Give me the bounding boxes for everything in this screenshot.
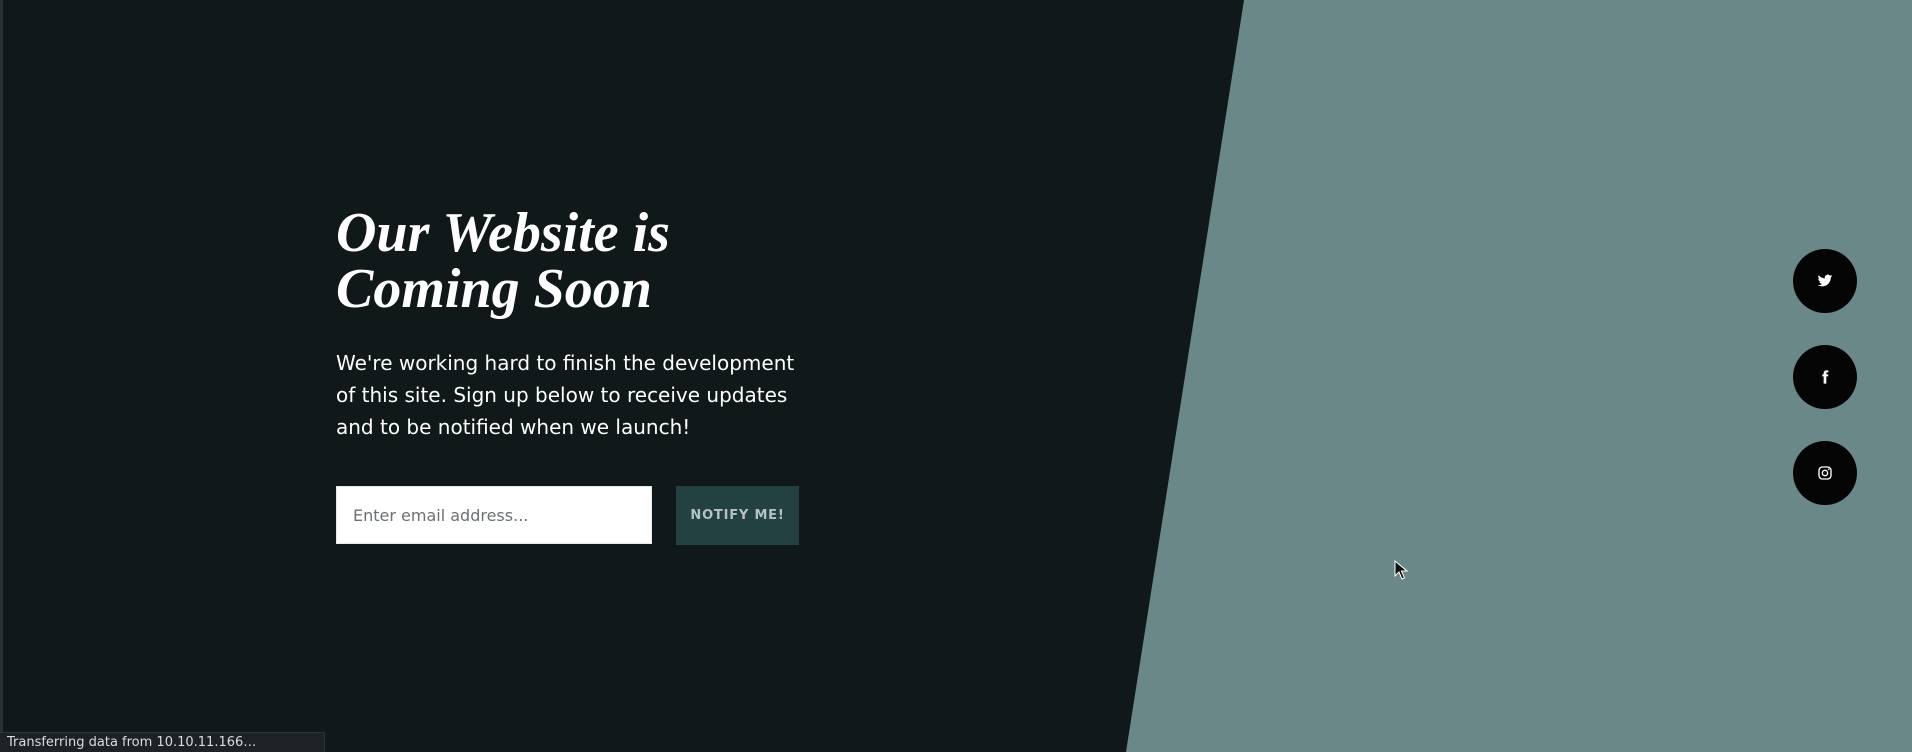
status-text: Transferring data from 10.10.11.166…: [7, 735, 257, 750]
mouse-cursor-icon: [1394, 560, 1408, 580]
notify-me-button[interactable]: NOTIFY ME!: [676, 486, 799, 545]
facebook-link[interactable]: [1793, 345, 1857, 409]
page-title: Our Website is Coming Soon: [336, 202, 670, 320]
twitter-link[interactable]: [1793, 249, 1857, 313]
hero-section: Our Website is Coming Soon We're working…: [336, 205, 816, 443]
twitter-icon: [1817, 273, 1833, 289]
accent-panel: [1126, 0, 1912, 752]
page-description: We're working hard to finish the develop…: [336, 351, 795, 439]
browser-status-bar: Transferring data from 10.10.11.166…: [0, 732, 325, 752]
window-left-edge: [0, 0, 3, 752]
facebook-icon: [1817, 369, 1833, 385]
instagram-icon: [1817, 465, 1833, 481]
email-field[interactable]: [336, 486, 652, 544]
instagram-link[interactable]: [1793, 441, 1857, 505]
coming-soon-page: Our Website is Coming Soon We're working…: [0, 0, 1912, 752]
signup-form: NOTIFY ME!: [336, 486, 799, 545]
